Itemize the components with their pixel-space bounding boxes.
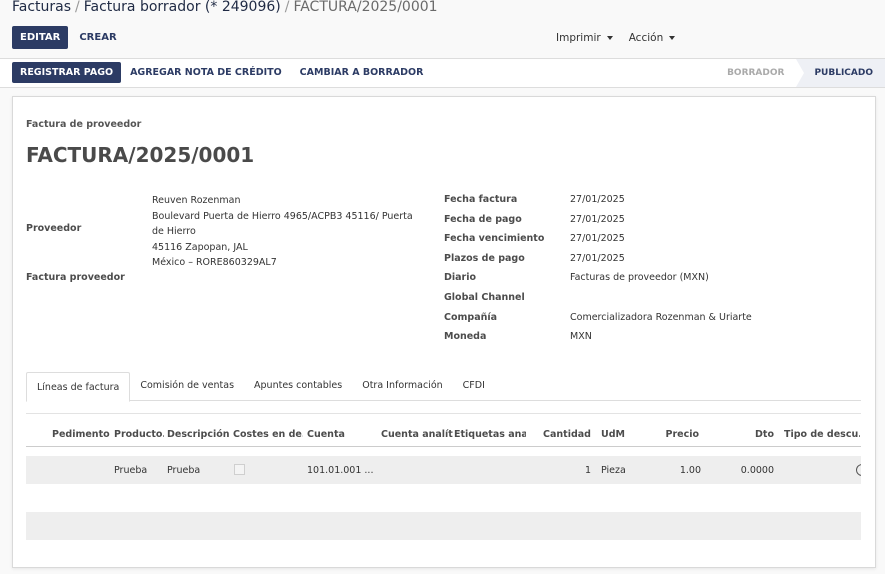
caret-down-icon xyxy=(669,35,676,40)
cell-uom: Pieza xyxy=(601,465,626,476)
global-channel-label: Global Channel xyxy=(444,292,525,303)
cell-description: Prueba xyxy=(167,465,201,476)
action-dropdown[interactable]: Acción xyxy=(621,32,684,44)
cell-quantity: 1 xyxy=(584,465,591,476)
column-header[interactable]: Descripción... xyxy=(167,429,230,440)
journal-value[interactable]: Facturas de proveedor (MXN) xyxy=(570,272,709,283)
breadcrumb-facturas[interactable]: Facturas xyxy=(12,0,71,15)
invoice-date-label: Fecha factura xyxy=(444,194,518,205)
tab-cfdi[interactable]: CFDI xyxy=(453,372,495,399)
column-header[interactable]: UdM xyxy=(601,429,641,440)
cell-discount: 0.0000 xyxy=(740,465,774,476)
form-header: REGISTRAR PAGO AGREGAR NOTA DE CRÉDITO C… xyxy=(0,58,885,88)
vendor-address-line: 45116 Zapopan, JAL xyxy=(152,241,248,253)
vendor-address-line: México – RORE860329AL7 xyxy=(152,257,277,268)
company-label: Compañía xyxy=(444,312,498,323)
vendor-address-line: Boulevard Puerta de Hierro 4965/ACPB3 45… xyxy=(152,210,413,238)
due-date-value[interactable]: 27/01/2025 xyxy=(570,233,625,244)
edit-button[interactable]: EDITAR xyxy=(12,26,69,49)
vendor-name: Reuven Rozenman xyxy=(152,195,241,206)
status-stage-posted[interactable]: PUBLICADO xyxy=(796,59,885,87)
invoice-lines-table: Pedimento... Producto... Descripción... … xyxy=(26,413,861,574)
cell-product: Prueba xyxy=(114,465,148,476)
column-header[interactable]: Precio xyxy=(651,429,699,440)
tab-other-info[interactable]: Otra Información xyxy=(352,372,452,399)
table-row[interactable]: Prueba Prueba 101.01.001 ... 1 Pieza 1.0… xyxy=(26,456,861,485)
print-label: Imprimir xyxy=(556,31,601,44)
print-dropdown[interactable]: Imprimir xyxy=(548,32,621,44)
add-credit-note-button[interactable]: AGREGAR NOTA DE CRÉDITO xyxy=(121,62,291,83)
column-header[interactable]: Dto xyxy=(726,429,774,440)
tab-invoice-lines[interactable]: Líneas de factura xyxy=(26,372,131,402)
breadcrumb: Facturas / Factura borrador (* 249096) / FAC… xyxy=(12,0,438,15)
row-action-circle-icon[interactable] xyxy=(856,464,861,476)
due-date-label: Fecha vencimiento xyxy=(444,233,545,244)
form-sheet: Factura de proveedor FACTURA/2025/0001 P… xyxy=(12,96,876,568)
payment-terms-label: Plazos de pago xyxy=(444,253,525,264)
column-header[interactable]: Cuenta analíti... xyxy=(381,429,453,440)
landed-costs-checkbox[interactable] xyxy=(234,464,245,475)
column-header[interactable]: Etiquetas ana... xyxy=(454,429,526,440)
document-subtitle: Factura de proveedor xyxy=(26,119,142,130)
breadcrumb-draft-invoice[interactable]: Factura borrador (* 249096) xyxy=(84,0,281,15)
breadcrumb-separator: / xyxy=(75,0,80,15)
cell-price: 1.00 xyxy=(679,465,701,476)
notebook-tabs: Líneas de factura Comisión de ventas Apu… xyxy=(26,372,861,402)
control-panel-buttons: EDITAR CREAR xyxy=(12,26,128,49)
currency-label: Moneda xyxy=(444,331,487,342)
table-row-empty xyxy=(26,484,861,513)
column-header[interactable]: Pedimento... xyxy=(52,429,110,440)
journal-label: Diario xyxy=(444,272,477,283)
reset-to-draft-button[interactable]: CAMBIAR A BORRADOR xyxy=(291,62,433,83)
document-title: FACTURA/2025/0001 xyxy=(26,143,255,167)
column-header[interactable]: Cantidad xyxy=(541,429,591,440)
payment-date-value[interactable]: 27/01/2025 xyxy=(570,214,625,225)
invoice-date-value[interactable]: 27/01/2025 xyxy=(570,194,625,205)
breadcrumb-separator: / xyxy=(284,0,290,15)
currency-value[interactable]: MXN xyxy=(570,331,592,342)
vendor-field[interactable]: Reuven Rozenman Boulevard Puerta de Hier… xyxy=(152,193,422,271)
column-header[interactable]: Tipo de descu... xyxy=(784,429,860,440)
payment-terms-value[interactable]: 27/01/2025 xyxy=(570,253,625,264)
column-header[interactable]: Costes en de... xyxy=(233,429,303,440)
column-header[interactable]: Producto... xyxy=(114,429,164,440)
column-header[interactable]: Cuenta xyxy=(307,429,357,440)
tab-sales-commission[interactable]: Comisión de ventas xyxy=(130,372,244,399)
vendor-label: Proveedor xyxy=(26,223,82,234)
cell-account: 101.01.001 ... xyxy=(307,465,374,476)
company-value[interactable]: Comercializadora Rozenman & Uriarte xyxy=(570,312,752,323)
table-header: Pedimento... Producto... Descripción... … xyxy=(26,424,861,447)
status-stage-draft[interactable]: BORRADOR xyxy=(715,59,796,87)
control-panel-dropdowns: Imprimir Acción xyxy=(548,26,683,49)
statusbar: BORRADOR PUBLICADO xyxy=(715,59,885,87)
tab-journal-items[interactable]: Apuntes contables xyxy=(244,372,352,399)
action-label: Acción xyxy=(628,31,664,44)
caret-down-icon xyxy=(606,35,613,40)
payment-date-label: Fecha de pago xyxy=(444,214,522,225)
table-row-empty xyxy=(26,512,861,540)
register-payment-button[interactable]: REGISTRAR PAGO xyxy=(12,62,122,83)
vendor-reference-label: Factura proveedor xyxy=(26,272,125,283)
header-buttons: REGISTRAR PAGO AGREGAR NOTA DE CRÉDITO C… xyxy=(12,62,432,83)
create-button[interactable]: CREAR xyxy=(68,26,127,49)
breadcrumb-current: FACTURA/2025/0001 xyxy=(293,0,438,15)
